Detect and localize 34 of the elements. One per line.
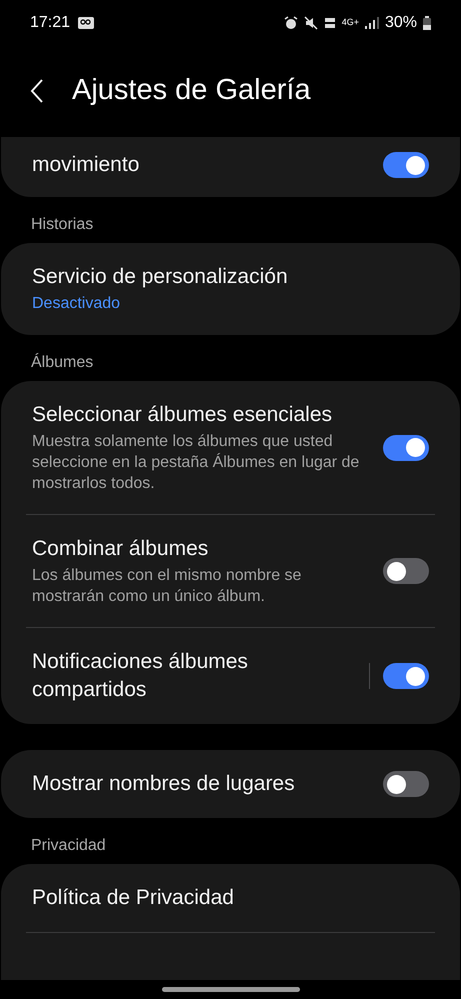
network-type: 4G+ — [342, 18, 359, 27]
alarm-icon — [284, 16, 298, 30]
section-header: Privacidad — [31, 837, 106, 854]
battery-icon — [423, 16, 431, 30]
section-header: Álbumes — [31, 354, 94, 371]
setting-title: movimiento — [32, 152, 140, 178]
setting-row[interactable]: Política de Privacidad — [1, 864, 460, 932]
setting-row[interactable]: Combinar álbumes Los álbumes con el mismo nombre se mostrarán como un único álbum. — [1, 515, 460, 627]
mute-icon — [304, 16, 318, 30]
setting-description: Muestra solamente los álbumes que usted seleccione en la pestaña Álbumes en lugar de mostrarlos todos. — [32, 432, 360, 494]
setting-row[interactable]: Notificaciones álbumes compartidos — [1, 628, 460, 724]
signal-icon — [364, 16, 379, 28]
battery-percent: 30% — [384, 12, 417, 32]
setting-row[interactable]: movimiento — [1, 137, 460, 197]
toggle-switch[interactable] — [383, 663, 429, 689]
setting-description: Los álbumes con el mismo nombre se mostrarán como un único álbum. — [32, 566, 302, 607]
toggle-switch[interactable] — [383, 152, 429, 178]
setting-title: Política de Privacidad — [32, 885, 235, 911]
page-title: Ajustes de Galería — [72, 73, 311, 108]
voicemail-icon — [78, 16, 94, 28]
setting-row[interactable]: Seleccionar álbumes esenciales Muestra solamente los álbumes que usted seleccione en la pestaña Álbumes en lugar de mostrarlos todos. — [1, 381, 460, 514]
setting-value: Desactivado — [32, 294, 122, 314]
status-time: 17:21 — [30, 12, 70, 32]
toggle-switch[interactable] — [383, 558, 429, 584]
section-header: Historias — [31, 216, 94, 233]
setting-title: Combinar álbumes — [32, 536, 210, 562]
setting-title: Mostrar nombres de lugares — [32, 771, 296, 797]
setting-title: Servicio de personalización — [32, 264, 289, 290]
setting-row[interactable]: Mostrar nombres de lugares — [1, 750, 460, 818]
setting-row[interactable]: Servicio de personalización Desactivado — [1, 243, 460, 335]
toggle-switch[interactable] — [383, 771, 429, 797]
setting-title: Notificaciones álbumes compartidos — [32, 649, 249, 703]
toggle-switch[interactable] — [383, 434, 429, 460]
setting-title: Seleccionar álbumes esenciales — [32, 402, 333, 428]
